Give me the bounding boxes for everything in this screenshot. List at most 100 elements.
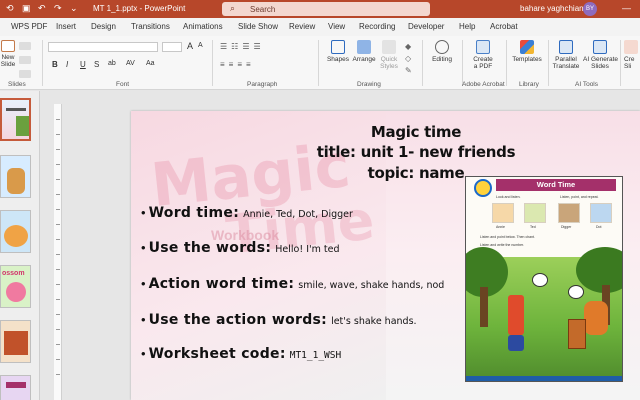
- editing-button[interactable]: Editing: [430, 40, 454, 63]
- tab-animations[interactable]: Animations: [183, 22, 223, 31]
- quick-styles-button[interactable]: Quick Styles: [378, 40, 400, 70]
- tab-view[interactable]: View: [328, 22, 345, 31]
- tab-slide-show[interactable]: Slide Show: [238, 22, 278, 31]
- tab-wps-pdf[interactable]: WPS PDF: [11, 22, 47, 31]
- pdf-icon: [476, 40, 490, 54]
- quick-styles-label: Quick Styles: [380, 56, 398, 70]
- redo-icon[interactable]: ↷: [54, 3, 62, 14]
- tab-transitions[interactable]: Transitions: [131, 22, 170, 31]
- tab-help[interactable]: Help: [459, 22, 475, 31]
- new-slide-icon: [1, 40, 15, 52]
- tab-review[interactable]: Review: [289, 22, 315, 31]
- shadow-button[interactable]: ab: [108, 60, 116, 67]
- thumb-title: ossom: [2, 270, 25, 277]
- align-buttons[interactable]: ≡≡≡≡: [220, 60, 255, 69]
- thumb-text: [6, 108, 26, 111]
- slide-title[interactable]: Magic time: [281, 122, 551, 142]
- arrange-button[interactable]: Arrange: [352, 40, 376, 63]
- parallel-translate-button[interactable]: Parallel Translate: [552, 40, 580, 70]
- create-pdf-button[interactable]: Create a PDF: [470, 40, 496, 70]
- slide-thumbnail-6[interactable]: [0, 375, 31, 400]
- ai-tools-group-label: AI Tools: [575, 81, 599, 88]
- create-slides-button[interactable]: Cre Sli: [624, 40, 640, 70]
- italic-button[interactable]: I: [66, 60, 68, 69]
- templates-button[interactable]: Templates: [511, 40, 543, 63]
- name-ted: Ted: [530, 225, 536, 229]
- bullet-use-the-words[interactable]: • Use the words: Hello! I'm ted: [141, 239, 339, 257]
- underline-button[interactable]: U: [80, 60, 86, 69]
- ai-generate-slides-button[interactable]: AI Generate Slides: [583, 40, 618, 70]
- list-buttons[interactable]: ☰☷☰☰: [220, 42, 265, 51]
- spacing-button[interactable]: AV: [126, 60, 135, 67]
- bullet-value: let's shake hands.: [331, 316, 417, 327]
- bullet-label: Word time:: [148, 205, 240, 221]
- library-group-label: Library: [519, 81, 539, 88]
- section-icon[interactable]: [19, 70, 31, 78]
- templates-icon: [520, 40, 534, 54]
- divider: [42, 40, 43, 86]
- user-name[interactable]: bahare yaghchian: [520, 4, 584, 13]
- slide-thumbnail-5[interactable]: [0, 320, 31, 363]
- name-digger: Digger: [561, 225, 572, 229]
- bullet-action-word-time[interactable]: • Action word time: smile, wave, shake han…: [141, 275, 444, 293]
- decrease-font-icon[interactable]: A: [198, 42, 203, 49]
- bullet-use-the-action-words[interactable]: • Use the action words: let's shake hands.: [141, 311, 417, 329]
- picture-dot: [590, 203, 612, 223]
- document-title: MT 1_1.pptx - PowerPoint: [93, 4, 186, 13]
- bullet-dot: •: [141, 240, 146, 255]
- bullet-dot: •: [141, 205, 146, 220]
- shape-fill-icons[interactable]: ◆ ◇ ✎: [405, 41, 412, 77]
- layout-icon[interactable]: [19, 42, 31, 50]
- worksheet-instruction-a: Look and listen.: [496, 195, 521, 199]
- tab-insert[interactable]: Insert: [56, 22, 76, 31]
- search-box[interactable]: ⌕ Search: [222, 2, 430, 16]
- shapes-button[interactable]: Shapes: [326, 40, 350, 63]
- tab-design[interactable]: Design: [91, 22, 116, 31]
- speech-bubble: [532, 273, 548, 287]
- minimize-icon[interactable]: —: [622, 3, 631, 13]
- name-annie: Annie: [496, 225, 505, 229]
- dog-figure: [584, 301, 608, 335]
- change-case-button[interactable]: Aa: [146, 60, 155, 67]
- save-icon[interactable]: ▣: [22, 3, 31, 14]
- bold-button[interactable]: B: [52, 60, 58, 69]
- thumb-image: [6, 382, 26, 388]
- undo-icon[interactable]: ↶: [38, 3, 46, 14]
- increase-font-icon[interactable]: A: [187, 41, 193, 51]
- picture-ted: [524, 203, 546, 223]
- slide-thumbnail-4[interactable]: ossom: [0, 265, 31, 308]
- strikethrough-button[interactable]: S: [94, 60, 99, 69]
- thumb-image: [16, 116, 29, 136]
- paragraph-group-label: Paragraph: [247, 81, 278, 88]
- worksheet-image[interactable]: Word Time Look and listen. Listen, point…: [465, 176, 623, 382]
- slide-thumbnail-1[interactable]: [0, 98, 31, 141]
- picture-annie: [492, 203, 514, 223]
- bullet-label: Use the action words:: [148, 312, 328, 328]
- slide-thumbnail-pane[interactable]: ossom: [0, 91, 40, 400]
- divider: [462, 40, 463, 86]
- slide-subtitle[interactable]: title: unit 1- new friends: [281, 142, 551, 162]
- new-slide-label: New Slide: [0, 54, 16, 68]
- divider: [506, 40, 507, 86]
- autosave-icon[interactable]: ⟲: [6, 3, 14, 14]
- slide-thumbnail-3[interactable]: [0, 210, 31, 253]
- reset-icon[interactable]: [19, 56, 31, 64]
- customize-toolbar-icon[interactable]: ⌄: [70, 3, 78, 14]
- slide-canvas[interactable]: Magic Time Workbook Magic time title: un…: [131, 111, 640, 400]
- font-size-field[interactable]: [162, 42, 182, 52]
- tab-recording[interactable]: Recording: [359, 22, 395, 31]
- bullet-word-time[interactable]: • Word time: Annie, Ted, Dot, Digger: [141, 204, 353, 222]
- slide-thumbnail-2[interactable]: [0, 155, 31, 198]
- worksheet-title: Word Time: [496, 179, 616, 191]
- shapes-icon: [331, 40, 345, 54]
- search-icon: ⌕: [230, 3, 236, 13]
- divider: [620, 40, 621, 86]
- new-slide-button[interactable]: New Slide: [0, 40, 16, 68]
- tab-acrobat[interactable]: Acrobat: [490, 22, 518, 31]
- shapes-label: Shapes: [326, 56, 350, 63]
- font-name-field[interactable]: [48, 42, 158, 52]
- avatar[interactable]: BY: [583, 2, 597, 16]
- clock-icon: [474, 179, 492, 197]
- tab-developer[interactable]: Developer: [408, 22, 444, 31]
- bullet-worksheet-code[interactable]: • Worksheet code: MT1_1_WSH: [141, 345, 341, 363]
